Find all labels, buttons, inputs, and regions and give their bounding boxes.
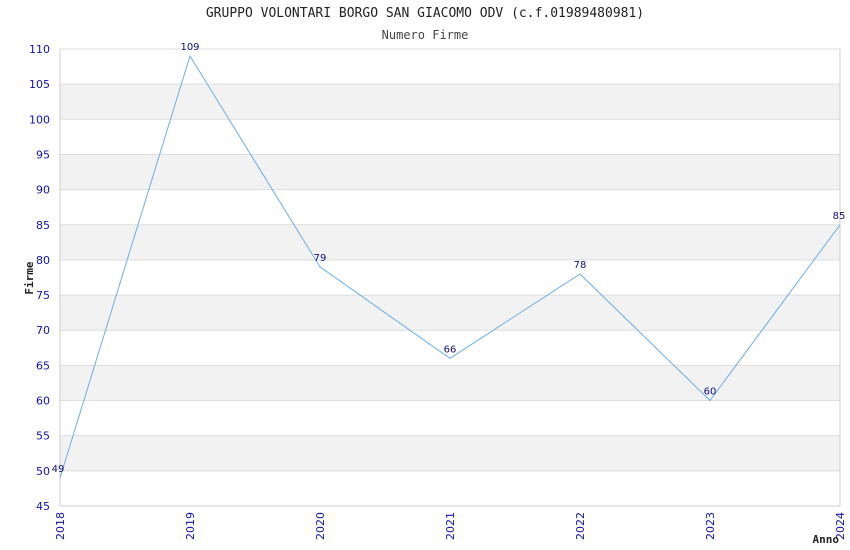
x-tick-label: 2018 xyxy=(54,512,67,540)
y-tick-label: 80 xyxy=(36,254,50,267)
data-label: 78 xyxy=(574,260,587,271)
x-tick-label: 2022 xyxy=(574,512,587,540)
x-tick-label: 2021 xyxy=(444,512,457,540)
y-tick-label: 85 xyxy=(36,219,50,232)
data-label: 109 xyxy=(180,42,199,53)
data-label: 49 xyxy=(52,464,65,475)
y-tick-label: 45 xyxy=(36,500,50,513)
y-tick-label: 70 xyxy=(36,324,50,337)
data-label: 66 xyxy=(444,344,457,355)
grid-band xyxy=(60,154,840,190)
y-tick-label: 105 xyxy=(29,78,50,91)
y-tick-label: 65 xyxy=(36,359,50,372)
grid-band xyxy=(60,435,840,471)
y-tick-label: 110 xyxy=(29,43,50,56)
y-axis-title: Firme xyxy=(23,261,36,294)
grid-band xyxy=(60,224,840,260)
y-tick-label: 60 xyxy=(36,395,50,408)
plot-background xyxy=(60,49,840,506)
x-tick-label: 2023 xyxy=(704,512,717,540)
x-tick-label: 2020 xyxy=(314,512,327,540)
data-label: 85 xyxy=(833,211,846,222)
y-tick-label: 95 xyxy=(36,148,50,161)
y-tick-label: 90 xyxy=(36,184,50,197)
x-axis-title: Anno xyxy=(813,533,840,546)
grid-band xyxy=(60,295,840,331)
data-label: 79 xyxy=(314,253,327,264)
y-tick-label: 100 xyxy=(29,113,50,126)
data-label: 60 xyxy=(704,387,717,398)
x-tick-labels: 2018 2019 2020 2021 2022 2023 2024 xyxy=(54,512,847,540)
y-tick-label: 50 xyxy=(36,465,50,478)
y-tick-label: 55 xyxy=(36,430,50,443)
line-chart: 45 50 55 60 65 70 75 80 85 90 95 100 105 110 2018 2019… xyxy=(23,42,847,546)
y-tick-label: 75 xyxy=(36,289,50,302)
grid-band xyxy=(60,84,840,120)
x-tick-label: 2019 xyxy=(184,512,197,540)
